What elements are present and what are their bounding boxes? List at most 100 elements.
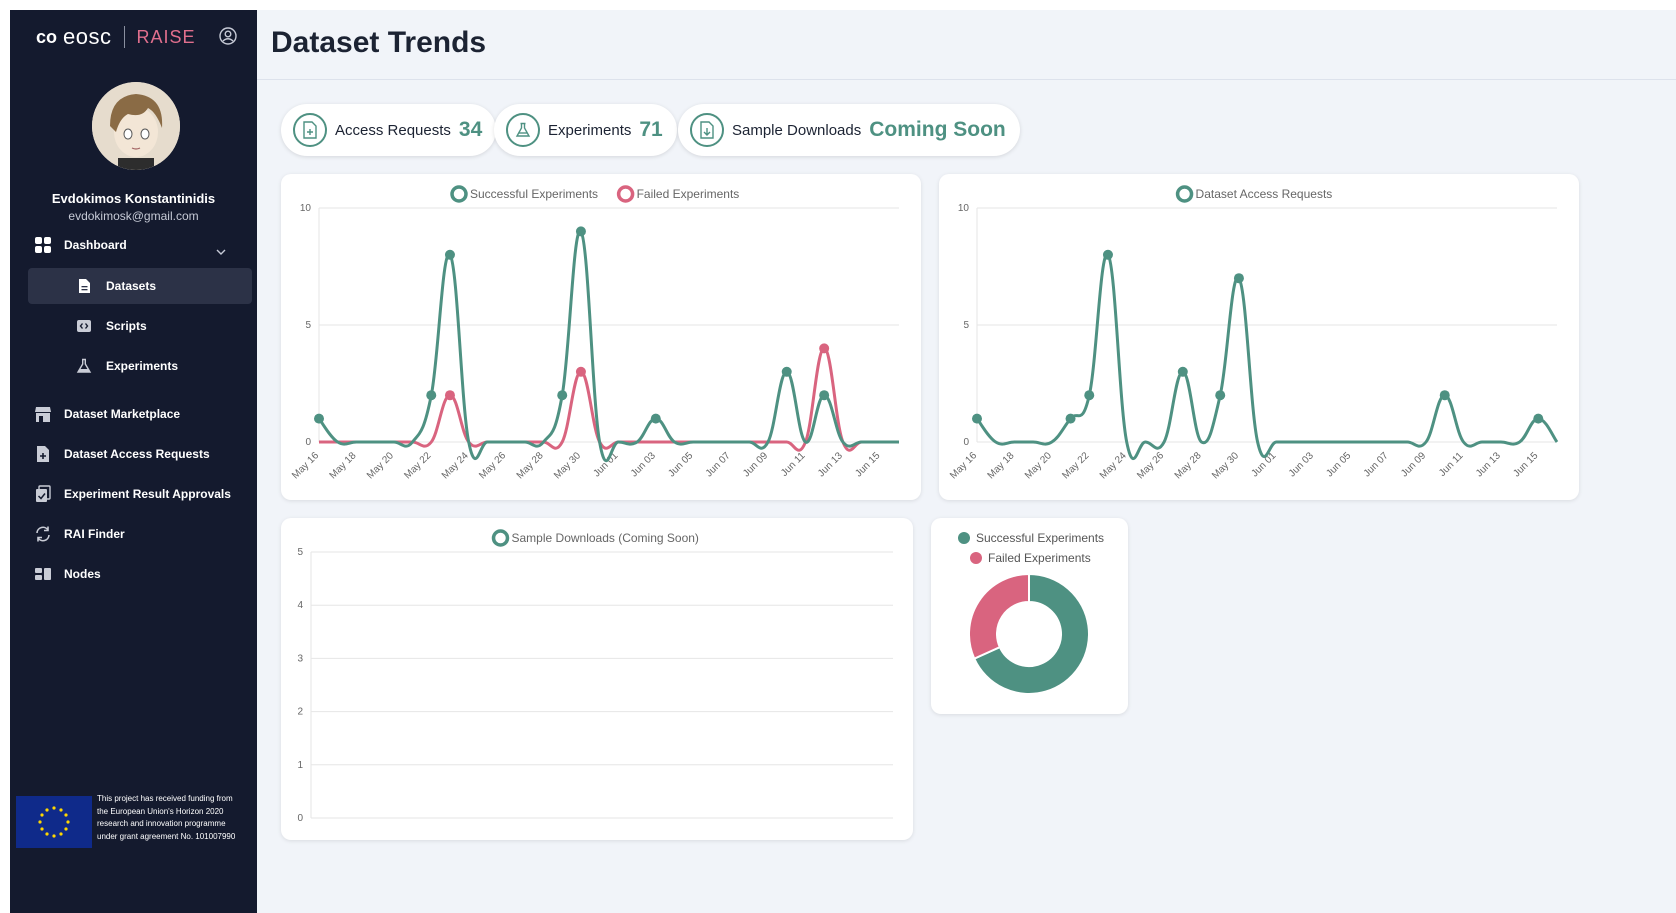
avatar[interactable] — [92, 82, 180, 170]
legend-marker — [491, 529, 510, 547]
flask-icon — [76, 358, 92, 373]
approval-icon — [36, 485, 51, 502]
legend-marker — [616, 185, 635, 203]
data-point — [1215, 390, 1226, 401]
file-plus-icon — [37, 446, 49, 462]
x-tick-label: Jun 01 — [591, 450, 620, 479]
stat-label: Sample Downloads — [732, 121, 862, 139]
sidebar-item-label: Experiments — [106, 359, 179, 373]
data-point — [1177, 366, 1188, 377]
x-tick-label: May 26 — [477, 450, 508, 481]
x-tick-label: Jun 07 — [1362, 450, 1391, 479]
sidebar-item-nodes[interactable]: Nodes — [34, 560, 101, 588]
x-tick-label: Jun 11 — [779, 450, 808, 479]
download-icon — [690, 113, 724, 147]
app-window: co eosc RAISE Evdokimos Konstantinidis e… — [10, 10, 1676, 913]
y-tick-label: 5 — [305, 320, 311, 331]
x-tick-label: Jun 03 — [629, 450, 658, 479]
user-name: Evdokimos Konstantinidis — [51, 191, 216, 206]
y-tick-label: 5 — [963, 320, 969, 331]
access-requests-chart-card: 0 5 10 Dataset Access Requests May 16 May 18 M… — [939, 174, 1579, 500]
stat-label: Experiments — [548, 121, 632, 139]
sample-downloads-line-chart: 0 1 2 3 4 5 Sample Downloads (Coming Soon) — [297, 529, 893, 824]
sidebar-item-dataset-access-requests[interactable]: Dataset Access Requests — [34, 440, 210, 468]
stat-sample-downloads[interactable]: Sample Downloads Coming Soon — [678, 104, 1020, 156]
page-title: Dataset Trends — [271, 26, 487, 59]
stat-experiments[interactable]: Experiments 71 — [494, 104, 677, 156]
code-icon — [77, 320, 91, 332]
eu-flag-logo — [16, 796, 92, 848]
data-point — [575, 226, 586, 237]
y-tick-label: 1 — [297, 760, 303, 771]
donut-slice — [968, 572, 1030, 660]
y-tick-label: 2 — [297, 707, 303, 718]
data-point — [650, 413, 661, 424]
sidebar-item-experiment-result-approvals[interactable]: Experiment Result Approvals — [34, 480, 231, 508]
y-tick-label: 10 — [958, 203, 970, 214]
x-tick-label: Jun 13 — [1474, 450, 1503, 479]
access-requests-line-chart: 0510Dataset Access RequestsMay 16 May 18 M… — [948, 185, 1559, 481]
x-tick-label: May 24 — [1098, 450, 1129, 481]
sidebar-item-label: Datasets — [106, 279, 157, 293]
brand-name: eosc — [63, 24, 112, 49]
x-tick-label: May 22 — [1060, 450, 1091, 481]
y-tick-label: 0 — [305, 437, 311, 448]
grid-icon — [35, 237, 51, 253]
y-tick-label: 5 — [297, 547, 303, 558]
legend-marker — [970, 552, 982, 564]
stat-value: 34 — [458, 118, 483, 141]
sidebar-item-rai-finder[interactable]: RAI Finder — [34, 520, 125, 548]
x-tick-label: Jun 01 — [1249, 450, 1278, 479]
sidebar-item-dataset-marketplace[interactable]: Dataset Marketplace — [34, 400, 180, 428]
sidebar-item-label: Nodes — [64, 567, 101, 581]
series-line — [317, 229, 899, 463]
sidebar-item-dashboard[interactable]: Dashboard — [34, 231, 127, 259]
stat-access-requests[interactable]: Access Requests 34 — [281, 104, 497, 156]
data-point — [1439, 390, 1450, 401]
x-tick-label: Jun 09 — [741, 450, 770, 479]
sidebar-item-experiments[interactable]: Experiments — [28, 348, 252, 384]
sidebar-item-label: Scripts — [106, 319, 147, 333]
user-circle-icon[interactable] — [218, 26, 238, 46]
x-tick-label: May 16 — [290, 450, 321, 481]
x-tick-label: May 22 — [402, 450, 433, 481]
brand-divider — [123, 26, 125, 48]
sidebar-item-label: Dataset Marketplace — [64, 407, 181, 421]
data-point — [1065, 413, 1076, 424]
x-tick-label: Jun 13 — [816, 450, 845, 479]
sidebar: co eosc RAISE Evdokimos Konstantinidis e… — [10, 10, 257, 913]
user-email: evdokimosk@gmail.com — [68, 209, 199, 223]
chevron-down-icon[interactable] — [215, 246, 227, 258]
x-tick-label: Jun 11 — [1437, 450, 1466, 479]
sidebar-item-label: Dataset Access Requests — [64, 447, 210, 461]
sidebar-item-scripts[interactable]: Scripts — [28, 308, 252, 344]
data-point — [781, 366, 792, 377]
stat-label: Access Requests — [335, 121, 451, 139]
data-point — [426, 390, 437, 401]
y-tick-label: 3 — [297, 653, 303, 664]
x-tick-label: May 26 — [1135, 450, 1166, 481]
data-point — [444, 249, 455, 260]
legend-label: Failed Experiments — [637, 187, 740, 201]
x-tick-label: Jun 15 — [853, 450, 882, 479]
x-tick-label: Jun 05 — [1324, 450, 1353, 479]
nodes-icon — [35, 568, 51, 580]
file-plus-icon — [293, 113, 327, 147]
sidebar-item-label: RAI Finder — [64, 527, 125, 541]
data-point — [819, 343, 830, 354]
main-content: Dataset Trends Access Requests 34 Experi… — [257, 10, 1676, 913]
stat-value: 71 — [639, 118, 663, 141]
legend-marker — [450, 185, 468, 203]
x-tick-label: May 16 — [948, 450, 979, 481]
brand-product: RAISE — [136, 26, 196, 47]
sidebar-item-datasets[interactable]: Datasets — [28, 268, 252, 304]
legend-marker — [958, 532, 970, 544]
logo-mark: co — [36, 26, 58, 47]
data-point — [1233, 273, 1244, 284]
sidebar-item-label: Dashboard — [64, 238, 127, 252]
x-tick-label: Jun 09 — [1399, 450, 1428, 479]
legend-label: Dataset Access Requests — [1196, 187, 1333, 201]
x-tick-label: Jun 07 — [704, 450, 733, 479]
experiments-chart-card: 0 5 10 Successful Experiments Failed Experim… — [281, 174, 921, 500]
brand-logo[interactable]: co eosc RAISE — [36, 24, 196, 50]
